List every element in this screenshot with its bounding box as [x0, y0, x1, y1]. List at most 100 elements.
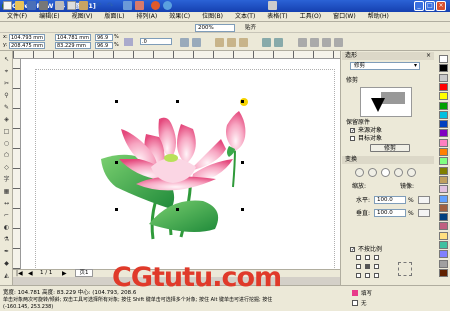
- palette-swatch[interactable]: [439, 82, 448, 91]
- palette-swatch[interactable]: [439, 222, 448, 231]
- first-page-icon[interactable]: |◀: [16, 270, 23, 277]
- palette-swatch[interactable]: [439, 231, 448, 240]
- application-launcher-icon[interactable]: [151, 1, 160, 10]
- lock-ratio-icon[interactable]: [124, 38, 133, 46]
- dimension-tool-icon[interactable]: ↔: [2, 199, 11, 208]
- palette-swatch[interactable]: [439, 110, 448, 119]
- scale-y-field[interactable]: 96.9: [95, 42, 113, 49]
- outline-tool-icon[interactable]: ✒: [2, 247, 11, 256]
- y-position-field[interactable]: 208.475 mm: [9, 42, 45, 49]
- mirror-vertical-icon[interactable]: [192, 38, 201, 47]
- freehand-tool-icon[interactable]: ✎: [2, 103, 11, 112]
- weld-icon[interactable]: [215, 38, 224, 47]
- width-field[interactable]: 104.781 mm: [55, 34, 91, 41]
- menu-window[interactable]: 窗口(W): [328, 12, 363, 21]
- palette-swatch[interactable]: [439, 185, 448, 194]
- undo-icon[interactable]: ↶: [95, 1, 104, 10]
- redo-icon[interactable]: ↷: [107, 1, 116, 10]
- zoom-tool-icon[interactable]: ⚲: [2, 91, 11, 100]
- target-object-checkbox[interactable]: [350, 136, 355, 141]
- source-object-checkbox[interactable]: ✓: [350, 128, 355, 134]
- shaping-docker-header[interactable]: 造形: [342, 52, 434, 60]
- anchor-checkbox[interactable]: [374, 264, 379, 269]
- anchor-checkbox[interactable]: [356, 273, 361, 278]
- pick-tool-icon[interactable]: ↖: [2, 55, 11, 64]
- export-icon[interactable]: [135, 1, 144, 10]
- palette-swatch[interactable]: [439, 92, 448, 101]
- selection-handle[interactable]: [176, 208, 179, 211]
- selection-handle[interactable]: [241, 208, 244, 211]
- ellipse-tool-icon[interactable]: ○: [2, 139, 11, 148]
- scale-x-field[interactable]: 96.9: [95, 34, 113, 41]
- palette-swatch[interactable]: [439, 241, 448, 249]
- palette-swatch[interactable]: [439, 213, 448, 222]
- rectangle-tool-icon[interactable]: □: [2, 127, 11, 136]
- non-proportional-checkbox[interactable]: ✓: [350, 247, 355, 253]
- anchor-checkbox[interactable]: [365, 273, 370, 278]
- palette-swatch[interactable]: [439, 157, 448, 166]
- convert-to-curves-icon[interactable]: [334, 38, 343, 47]
- print-icon[interactable]: [39, 1, 48, 10]
- horizontal-ruler[interactable]: [13, 51, 340, 59]
- menu-file[interactable]: 文件(F): [2, 12, 34, 21]
- wrap-text-icon[interactable]: [298, 38, 307, 47]
- smart-fill-tool-icon[interactable]: ◈: [2, 115, 11, 124]
- save-icon[interactable]: [27, 1, 36, 10]
- position-transform-icon[interactable]: [355, 168, 364, 177]
- welcome-screen-icon[interactable]: [163, 1, 172, 10]
- palette-swatch[interactable]: [439, 259, 448, 268]
- fill-tool-icon[interactable]: ◆: [2, 259, 11, 268]
- mirror-vertical-button[interactable]: [418, 209, 430, 217]
- next-page-icon[interactable]: ▶: [62, 270, 67, 277]
- palette-swatch[interactable]: [439, 120, 448, 129]
- height-field[interactable]: 83.229 mm: [55, 42, 91, 49]
- palette-swatch[interactable]: [439, 55, 448, 63]
- page-tab[interactable]: 页1: [75, 269, 93, 277]
- menu-bitmaps[interactable]: 位图(B): [197, 12, 230, 21]
- menu-effects[interactable]: 效果(C): [164, 12, 197, 21]
- palette-swatch[interactable]: [439, 138, 448, 147]
- options-icon[interactable]: [268, 1, 277, 10]
- size-transform-icon[interactable]: [394, 168, 403, 177]
- eyedropper-tool-icon[interactable]: ⚗: [2, 235, 11, 244]
- palette-swatch[interactable]: [439, 250, 448, 259]
- intersect-icon[interactable]: [239, 38, 248, 47]
- paste-icon[interactable]: [79, 1, 88, 10]
- basic-shapes-tool-icon[interactable]: ◇: [2, 163, 11, 172]
- palette-swatch[interactable]: [439, 101, 448, 110]
- cut-icon[interactable]: [55, 1, 64, 10]
- palette-swatch[interactable]: [439, 203, 448, 212]
- rotate-transform-icon[interactable]: [368, 168, 377, 177]
- prev-page-icon[interactable]: ◀: [28, 270, 33, 277]
- close-button[interactable]: ×: [436, 1, 446, 11]
- mirror-horizontal-button[interactable]: [418, 196, 430, 204]
- selection-handle[interactable]: [115, 208, 118, 211]
- group-icon[interactable]: [262, 38, 271, 47]
- trim-icon[interactable]: [227, 38, 236, 47]
- trim-apply-button[interactable]: 修剪: [370, 144, 410, 152]
- chevron-down-icon[interactable]: ▾: [414, 62, 417, 69]
- zoom-level-select[interactable]: 200%: [195, 24, 235, 32]
- palette-swatch[interactable]: [439, 64, 448, 73]
- selection-handle[interactable]: [241, 161, 244, 164]
- palette-swatch[interactable]: [439, 73, 448, 82]
- menu-layout[interactable]: 版面(L): [99, 12, 131, 21]
- anchor-checkbox[interactable]: [374, 255, 379, 260]
- palette-swatch[interactable]: [439, 166, 448, 175]
- vertical-scale-field[interactable]: 100.0: [374, 209, 406, 217]
- palette-swatch[interactable]: [439, 194, 448, 203]
- anchor-checkbox[interactable]: [365, 255, 370, 260]
- menu-table[interactable]: 表格(T): [262, 12, 294, 21]
- crop-tool-icon[interactable]: ✂: [2, 79, 11, 88]
- menu-edit[interactable]: 编辑(E): [34, 12, 66, 21]
- transform-docker-header[interactable]: 变换: [342, 156, 434, 164]
- selection-handle[interactable]: [115, 161, 118, 164]
- blend-tool-icon[interactable]: ◐: [2, 223, 11, 232]
- ungroup-icon[interactable]: [274, 38, 283, 47]
- connector-tool-icon[interactable]: ⌐: [2, 211, 11, 220]
- selection-handle[interactable]: [241, 100, 244, 103]
- interactive-fill-tool-icon[interactable]: ◭: [2, 271, 11, 280]
- vertical-ruler[interactable]: [13, 59, 21, 269]
- menu-tools[interactable]: 工具(O): [295, 12, 328, 21]
- shaping-mode-select[interactable]: 修剪: [350, 62, 420, 70]
